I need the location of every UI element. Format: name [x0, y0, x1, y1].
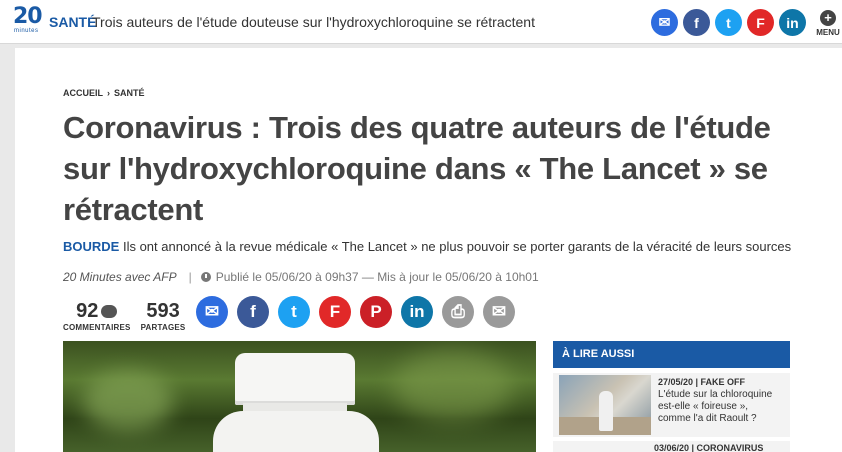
pinterest-share-button[interactable]: P [360, 296, 392, 328]
facebook-icon[interactable]: f [683, 9, 710, 36]
publish-date: Publié le 05/06/20 à 09h37 — Mis à jour … [215, 270, 539, 284]
author: 20 Minutes avec AFP [63, 270, 177, 284]
related-item-meta: 27/05/20 | FAKE OFF [658, 377, 746, 387]
facebook-share-button[interactable]: f [237, 296, 269, 328]
comment-bubble-icon [101, 304, 118, 318]
related-heading: À LIRE AUSSI [553, 341, 790, 368]
menu-button[interactable]: + MENU [814, 10, 842, 40]
article-container: ACCUEIL › SANTÉ Coronavirus : Trois des … [15, 48, 842, 452]
twitter-share-button[interactable]: t [278, 296, 310, 328]
related-item-meta: 03/06/20 | CORONAVIRUS [654, 443, 764, 452]
top-article-title: Trois auteurs de l'étude douteuse sur l'… [92, 14, 535, 30]
top-share-icons: ✉ f t Fin [651, 9, 806, 36]
menu-label: MENU [816, 28, 840, 37]
lede-tag: BOURDE [63, 239, 120, 254]
shares-label: PARTAGES [140, 323, 186, 332]
related-item[interactable]: 03/06/20 | CORONAVIRUS [553, 441, 790, 452]
flipboard-icon[interactable]: F [747, 9, 774, 36]
shares-value: 593 [146, 300, 180, 322]
logo-number: 20 [13, 4, 43, 29]
comments-value: 92 [76, 300, 99, 322]
article-counts: 92 COMMENTAIRES 593 PARTAGES [63, 301, 185, 332]
breadcrumb-section[interactable]: SANTÉ [114, 88, 145, 98]
top-bar: 20 minutes SANTÉ Trois auteurs de l'étud… [0, 0, 842, 44]
article-lede: BOURDE Ils ont annoncé à la revue médica… [63, 239, 791, 254]
linkedin-share-button[interactable]: in [401, 296, 433, 328]
related-articles: À LIRE AUSSI 27/05/20 | FAKE OFF L'étude… [553, 341, 790, 452]
breadcrumb: ACCUEIL › SANTÉ [63, 88, 145, 98]
pill-bottle [213, 411, 379, 452]
related-item[interactable]: 27/05/20 | FAKE OFF L'étude sur la chlor… [553, 373, 790, 437]
plus-icon: + [820, 10, 836, 26]
email-share-button[interactable]: ✉ [483, 296, 515, 328]
messenger-share-button[interactable]: ✉ [196, 296, 228, 328]
share-buttons: ✉ f t F Pin ⎙ ✉ [196, 296, 515, 328]
comments-count[interactable]: 92 COMMENTAIRES [63, 301, 131, 332]
messenger-icon[interactable]: ✉ [651, 9, 678, 36]
related-item-title[interactable]: L'étude sur la chloroquine est-elle « fo… [658, 389, 783, 425]
breadcrumb-home[interactable]: ACCUEIL [63, 88, 103, 98]
top-section-label[interactable]: SANTÉ [49, 14, 96, 30]
page-title: Coronavirus : Trois des quatre auteurs d… [63, 110, 771, 227]
print-button[interactable]: ⎙ [442, 296, 474, 328]
comments-label: COMMENTAIRES [63, 323, 131, 332]
site-logo[interactable]: 20 minutes [13, 4, 43, 36]
related-thumbnail[interactable] [559, 375, 651, 435]
linkedin-icon[interactable]: in [779, 9, 806, 36]
chevron-right-icon: › [107, 88, 110, 98]
lede-text: Ils ont annoncé à la revue médicale « Th… [119, 239, 792, 254]
bottle-cap [235, 353, 355, 405]
flipboard-share-button[interactable]: F [319, 296, 351, 328]
clock-icon [200, 272, 211, 282]
article-photo [63, 341, 536, 452]
article-meta: 20 Minutes avec AFP | Publié le 05/06/20… [63, 270, 539, 284]
logo-subtitle: minutes [14, 28, 39, 34]
meta-separator: | [188, 270, 192, 284]
shares-count: 593 PARTAGES [141, 301, 186, 332]
twitter-icon[interactable]: t [715, 9, 742, 36]
